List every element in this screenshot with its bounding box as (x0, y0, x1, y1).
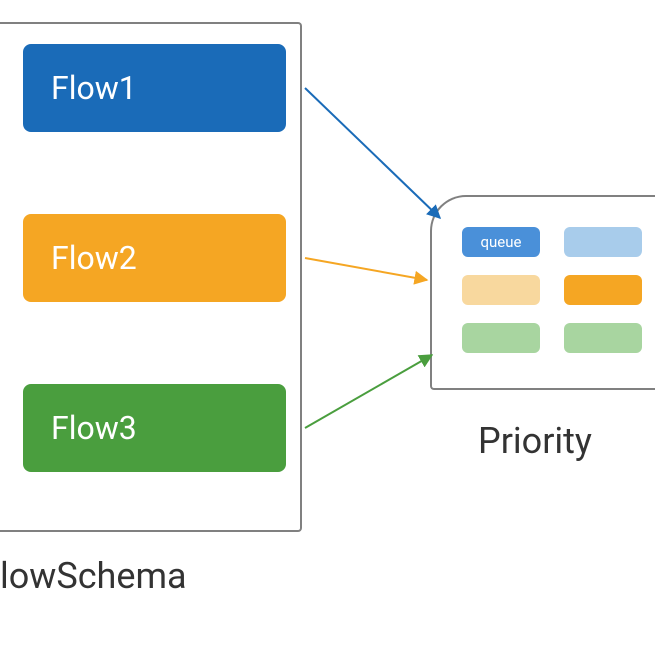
priority-container: queue (430, 195, 655, 390)
flow-label-1: Flow1 (51, 69, 137, 107)
queue-pill (564, 323, 642, 353)
queue-pill-labeled: queue (462, 227, 540, 257)
priority-label: Priority (478, 420, 592, 462)
flow-label-3: Flow3 (51, 409, 137, 447)
flow-schema-container: Flow1 Flow2 Flow3 (0, 22, 302, 532)
flow-box-1: Flow1 (23, 44, 286, 132)
arrow-flow1 (305, 88, 440, 218)
arrow-flow2 (305, 258, 427, 280)
queue-pill (462, 275, 540, 305)
flow-label-2: Flow2 (51, 239, 137, 277)
queue-pill-label: queue (481, 233, 522, 251)
queue-pill (462, 323, 540, 353)
flow-box-3: Flow3 (23, 384, 286, 472)
queue-row-3 (462, 323, 655, 353)
flow-schema-label: lowSchema (0, 555, 187, 597)
arrow-flow3 (305, 355, 432, 428)
queue-pill (564, 227, 642, 257)
flow-box-2: Flow2 (23, 214, 286, 302)
queue-row-2 (462, 275, 655, 305)
queue-row-1: queue (462, 227, 655, 257)
queue-pill (564, 275, 642, 305)
